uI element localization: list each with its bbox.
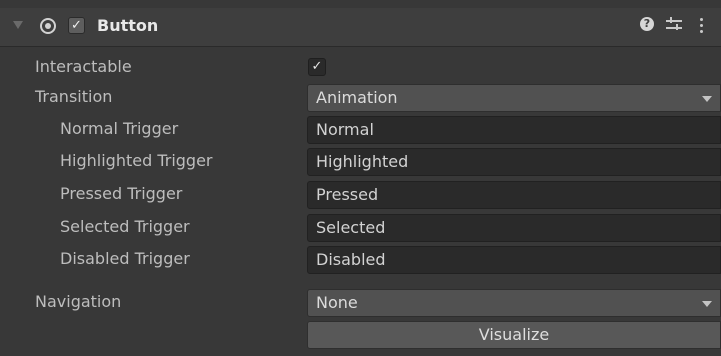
component-icon	[40, 18, 56, 34]
component-title: Button	[97, 16, 159, 35]
foldout-triangle-icon[interactable]	[13, 21, 23, 29]
transition-label: Transition	[35, 87, 113, 106]
interactable-row: Interactable ✓	[0, 52, 721, 84]
dropdown-arrow-icon	[702, 96, 712, 102]
transition-dropdown[interactable]: Animation	[307, 84, 721, 112]
navigation-label: Navigation	[35, 292, 122, 311]
normal-trigger-label: Normal Trigger	[60, 119, 179, 138]
help-icon[interactable]: ?	[640, 17, 654, 31]
inspector-panel: ✓ Button ? Interactable ✓ Transition Ani…	[0, 0, 721, 356]
highlighted-trigger-label: Highlighted Trigger	[60, 151, 213, 170]
transition-row: Transition Animation	[0, 82, 721, 114]
context-menu-icon[interactable]	[700, 18, 704, 34]
highlighted-trigger-row: Highlighted Trigger Highlighted	[0, 146, 721, 178]
presets-icon[interactable]	[666, 16, 682, 34]
navigation-row: Navigation None	[0, 287, 721, 319]
disabled-trigger-field[interactable]: Disabled	[307, 246, 721, 274]
highlighted-trigger-field[interactable]: Highlighted	[307, 148, 721, 176]
visualize-button[interactable]: Visualize	[307, 321, 721, 349]
interactable-label: Interactable	[35, 57, 132, 76]
component-enabled-checkbox[interactable]: ✓	[68, 17, 85, 34]
pressed-trigger-field[interactable]: Pressed	[307, 181, 721, 209]
pressed-trigger-row: Pressed Trigger Pressed	[0, 179, 721, 211]
component-header[interactable]: ✓ Button ?	[0, 8, 721, 47]
visualize-row: Visualize	[0, 321, 721, 353]
navigation-value: None	[316, 293, 358, 312]
navigation-dropdown[interactable]: None	[307, 289, 721, 317]
transition-value: Animation	[316, 88, 398, 107]
disabled-trigger-label: Disabled Trigger	[60, 249, 190, 268]
selected-trigger-label: Selected Trigger	[60, 217, 190, 236]
normal-trigger-field[interactable]: Normal	[307, 116, 721, 144]
dropdown-arrow-icon	[702, 301, 712, 307]
selected-trigger-field[interactable]: Selected	[307, 214, 721, 242]
selected-trigger-row: Selected Trigger Selected	[0, 212, 721, 244]
pressed-trigger-label: Pressed Trigger	[60, 184, 183, 203]
normal-trigger-row: Normal Trigger Normal	[0, 114, 721, 146]
disabled-trigger-row: Disabled Trigger Disabled	[0, 244, 721, 276]
interactable-checkbox[interactable]: ✓	[308, 58, 326, 76]
